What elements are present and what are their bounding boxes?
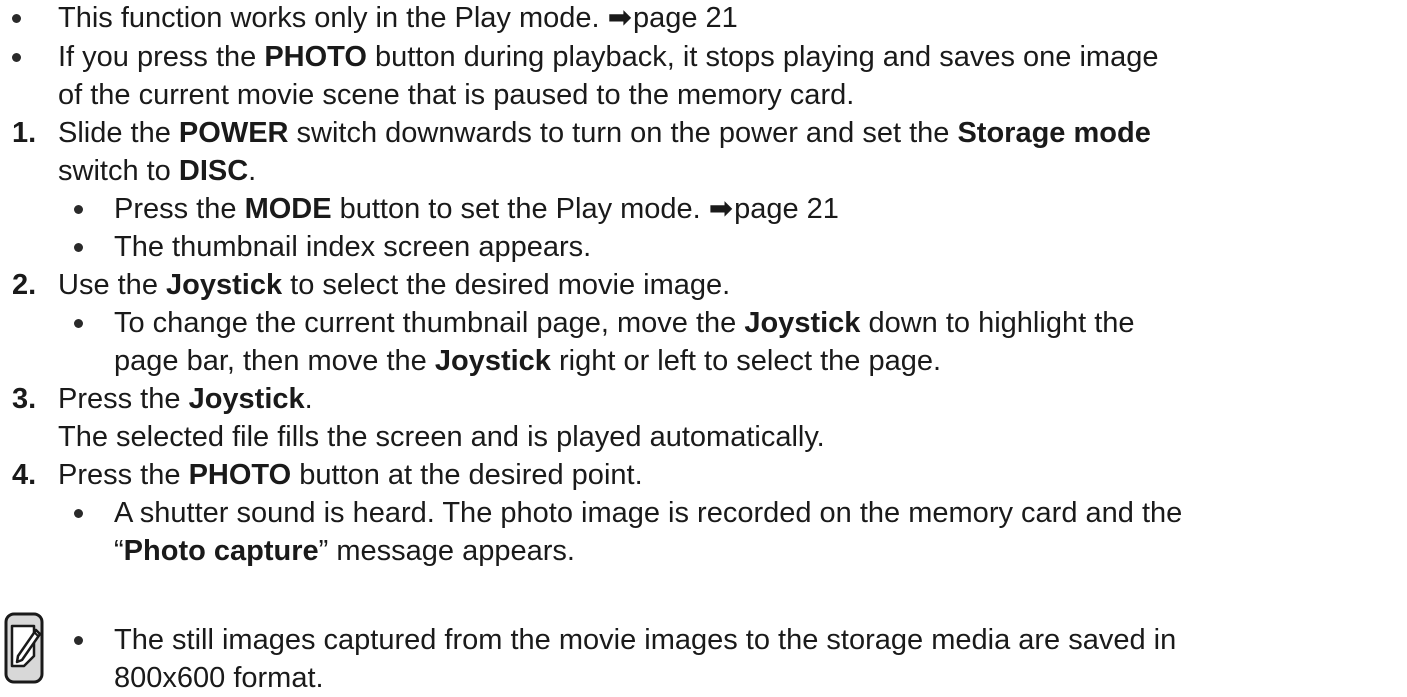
step-2-sub-1-line-2: page bar, then move the Joystick right o… — [114, 345, 942, 377]
note-line-2: 800x600 format. — [114, 662, 324, 694]
step-number: 1. — [12, 117, 37, 149]
manual-page: This function works only in the Play mod… — [0, 0, 1407, 694]
step-4-sub-1-line-2: “Photo capture” message appears. — [114, 535, 575, 567]
bullet-dot — [74, 636, 83, 645]
step-1-line-2: switch to DISC. — [58, 155, 257, 187]
step-1-line-1: Slide the POWER switch downwards to turn… — [58, 117, 1151, 149]
step-1-sub-2: The thumbnail index screen appears. — [114, 231, 592, 263]
step-4-line-1: Press the PHOTO button at the desired po… — [58, 459, 643, 491]
page-reference: page 21 — [632, 2, 738, 34]
note-line-1: The still images captured from the movie… — [114, 624, 1177, 656]
page-ref-arrow-icon: ➡ — [708, 193, 734, 225]
intro-bullet-2-line-1: If you press the PHOTO button during pla… — [58, 41, 1159, 73]
note-pencil-icon — [4, 612, 44, 684]
page-reference: page 21 — [734, 193, 839, 225]
step-3-line-1: Press the Joystick. — [58, 383, 313, 415]
bullet-dot — [12, 14, 21, 23]
step-number: 4. — [12, 459, 37, 491]
bullet-dot — [74, 205, 83, 214]
step-4-sub-1-line-1: A shutter sound is heard. The photo imag… — [114, 497, 1183, 529]
intro-bullet-1: This function works only in the Play mod… — [58, 0, 738, 37]
bullet-dot — [12, 53, 21, 62]
step-3-line-2: The selected file fills the screen and i… — [58, 421, 825, 453]
bullet-dot — [74, 509, 83, 518]
step-2-sub-1-line-1: To change the current thumbnail page, mo… — [114, 307, 1135, 339]
intro-bullet-2-line-2: of the current movie scene that is pause… — [58, 79, 855, 111]
step-1-sub-1: Press the MODE button to set the Play mo… — [114, 190, 839, 228]
page-ref-arrow-icon: ➡ — [607, 2, 632, 34]
step-2-line-1: Use the Joystick to select the desired m… — [58, 269, 731, 301]
step-number: 2. — [12, 269, 37, 301]
step-number: 3. — [12, 383, 37, 415]
bullet-dot — [74, 319, 83, 328]
bullet-dot — [74, 243, 83, 252]
